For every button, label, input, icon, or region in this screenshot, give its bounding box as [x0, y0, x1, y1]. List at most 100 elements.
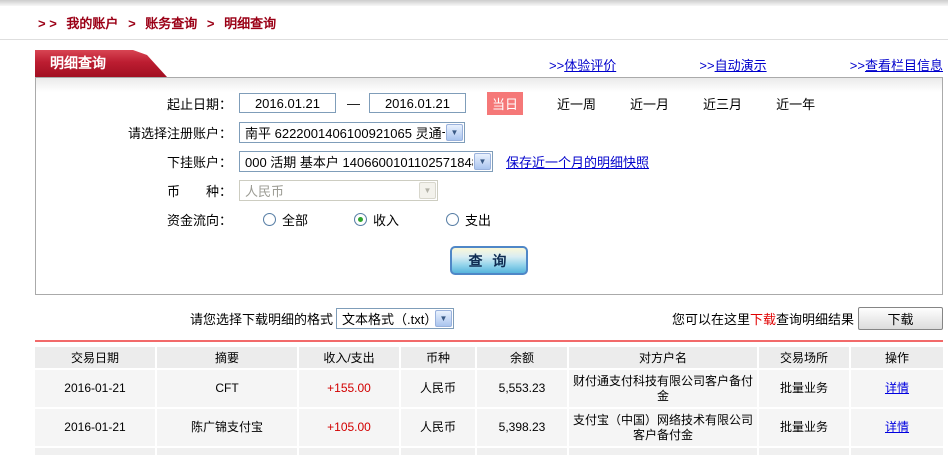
download-hint-link[interactable]: 下载 [750, 312, 776, 327]
date-to-input[interactable] [369, 93, 466, 113]
header-links: >>体验评价 >>自动演示 >>查看栏目信息 [549, 55, 943, 74]
download-hint-prefix: 您可以在这里 [672, 312, 750, 327]
chevron-down-icon: ▼ [474, 153, 491, 170]
cell-summary: 陈广锦支付宝 [157, 409, 297, 446]
cell-amount: +105.00 [299, 409, 399, 446]
breadcrumb-item-account-query[interactable]: 账务查询 [145, 16, 197, 31]
currency-select-disabled: 人民币 ▼ [239, 180, 438, 201]
cell-currency: 人民币 [401, 370, 475, 407]
red-divider [35, 340, 943, 342]
breadcrumb-prefix: > > [38, 16, 57, 31]
flow-radio-expense[interactable]: 支出 [446, 210, 491, 229]
radio-icon [446, 213, 459, 226]
table-footer-cell [759, 448, 849, 455]
table-footer-cell [157, 448, 297, 455]
date-dash: — [347, 96, 360, 111]
sub-account-row: 下挂账户： 000 活期 基本户 1406600101102571848 ▼ 保… [36, 149, 942, 173]
link-experience-rating[interactable]: >>体验评价 [549, 55, 616, 74]
sub-account-select[interactable]: 000 活期 基本户 1406600101102571848 ▼ [239, 151, 493, 172]
cell-currency: 人民币 [401, 409, 475, 446]
sub-account-value: 000 活期 基本户 1406600101102571848 [245, 152, 473, 171]
currency-label: 币 种： [36, 181, 232, 200]
flow-direction-row: 资金流向： 全部 收入 支出 [36, 207, 942, 231]
chevron-down-icon: ▼ [446, 124, 463, 141]
detail-query-page: > > 我的账户 > 账务查询 > 明细查询 明细查询 >>体验评价 >>自动演… [0, 0, 948, 455]
quick-range-week[interactable]: 近一周 [557, 94, 596, 113]
download-hint-suffix: 查询明细结果 [776, 312, 854, 327]
radio-checked-icon [354, 213, 367, 226]
tab-detail-query[interactable]: 明细查询 [35, 50, 167, 77]
chevron-down-icon: ▼ [419, 182, 436, 199]
cell-counterparty: 财付通支付科技有限公司客户备付金 [569, 370, 757, 407]
download-row: 请您选择下载明细的格式 文本格式（.txt） ▼ 您可以在这里下载查询明细结果 … [35, 305, 943, 331]
query-form: 起止日期： — 当日 近一周 近一月 近三月 近一年 请选择注册账户： 南平 6… [35, 77, 943, 295]
cell-summary: CFT [157, 370, 297, 407]
download-format-select[interactable]: 文本格式（.txt） ▼ [336, 308, 454, 329]
date-from-input[interactable] [239, 93, 336, 113]
col-header-amount: 收入/支出 [299, 347, 399, 368]
quick-range-month[interactable]: 近一月 [630, 94, 669, 113]
currency-row: 币 种： 人民币 ▼ [36, 178, 942, 202]
cell-date: 2016-01-21 [35, 409, 155, 446]
flow-direction-label: 资金流向： [36, 210, 232, 229]
cell-amount: +155.00 [299, 370, 399, 407]
register-account-value: 南平 6222001406100921065 灵通卡 [245, 123, 445, 142]
sub-account-label: 下挂账户： [36, 152, 232, 171]
breadcrumb-item-my-account[interactable]: 我的账户 [66, 16, 118, 31]
save-snapshot-link[interactable]: 保存近一个月的明细快照 [506, 152, 649, 171]
flow-radio-all[interactable]: 全部 [263, 210, 308, 229]
col-header-summary: 摘要 [157, 347, 297, 368]
cell-balance: 5,553.23 [477, 370, 567, 407]
link-prefix: >> [699, 58, 714, 73]
link-prefix: >> [549, 58, 564, 73]
cell-balance: 5,398.23 [477, 409, 567, 446]
download-button[interactable]: 下载 [858, 307, 943, 330]
link-auto-demo[interactable]: >>自动演示 [699, 55, 766, 74]
query-button[interactable]: 查 询 [450, 246, 528, 275]
breadcrumb-separator: > [128, 16, 136, 31]
col-header-counterparty: 对方户名 [569, 347, 757, 368]
table-footer-cell [477, 448, 567, 455]
breadcrumb-separator: > [207, 16, 215, 31]
register-account-row: 请选择注册账户： 南平 6222001406100921065 灵通卡 ▼ [36, 120, 942, 144]
link-view-column-info[interactable]: >>查看栏目信息 [850, 55, 943, 74]
col-header-action: 操作 [851, 347, 943, 368]
transactions-table: 交易日期 摘要 收入/支出 币种 余额 对方户名 交易场所 操作 2016-01… [35, 347, 943, 455]
radio-icon [263, 213, 276, 226]
col-header-balance: 余额 [477, 347, 567, 368]
currency-value: 人民币 [245, 181, 418, 200]
download-hint: 您可以在这里下载查询明细结果 [672, 309, 854, 328]
link-prefix: >> [850, 58, 865, 73]
download-format-value: 文本格式（.txt） [342, 309, 434, 328]
table-footer-cell [35, 448, 155, 455]
breadcrumb-item-detail-query[interactable]: 明细查询 [224, 16, 276, 31]
cell-date: 2016-01-21 [35, 370, 155, 407]
cell-venue: 批量业务 [759, 370, 849, 407]
register-account-label: 请选择注册账户： [36, 123, 232, 142]
date-range-row: 起止日期： — 当日 近一周 近一月 近三月 近一年 [36, 91, 942, 115]
query-button-row: 查 询 [36, 246, 942, 275]
col-header-currency: 币种 [401, 347, 475, 368]
table-footer-cell [401, 448, 475, 455]
flow-radio-all-label: 全部 [282, 210, 308, 229]
quick-range-year[interactable]: 近一年 [776, 94, 815, 113]
detail-link[interactable]: 详情 [885, 381, 909, 396]
chevron-down-icon: ▼ [435, 310, 452, 327]
cell-venue: 批量业务 [759, 409, 849, 446]
quick-range-today[interactable]: 当日 [487, 92, 523, 115]
breadcrumb: > > 我的账户 > 账务查询 > 明细查询 [0, 6, 948, 40]
flow-radio-expense-label: 支出 [465, 210, 491, 229]
tab-row: 明细查询 >>体验评价 >>自动演示 >>查看栏目信息 [35, 50, 943, 77]
quick-range-quarter[interactable]: 近三月 [703, 94, 742, 113]
flow-radio-income[interactable]: 收入 [354, 210, 399, 229]
table-footer-cell [569, 448, 757, 455]
table-footer-cell [299, 448, 399, 455]
date-range-label: 起止日期： [36, 94, 232, 113]
cell-counterparty: 支付宝（中国）网络技术有限公司客户备付金 [569, 409, 757, 446]
register-account-select[interactable]: 南平 6222001406100921065 灵通卡 ▼ [239, 122, 465, 143]
table-footer-cell [851, 448, 943, 455]
download-format-label: 请您选择下载明细的格式 [190, 309, 333, 328]
flow-radio-income-label: 收入 [373, 210, 399, 229]
col-header-date: 交易日期 [35, 347, 155, 368]
detail-link[interactable]: 详情 [885, 420, 909, 435]
